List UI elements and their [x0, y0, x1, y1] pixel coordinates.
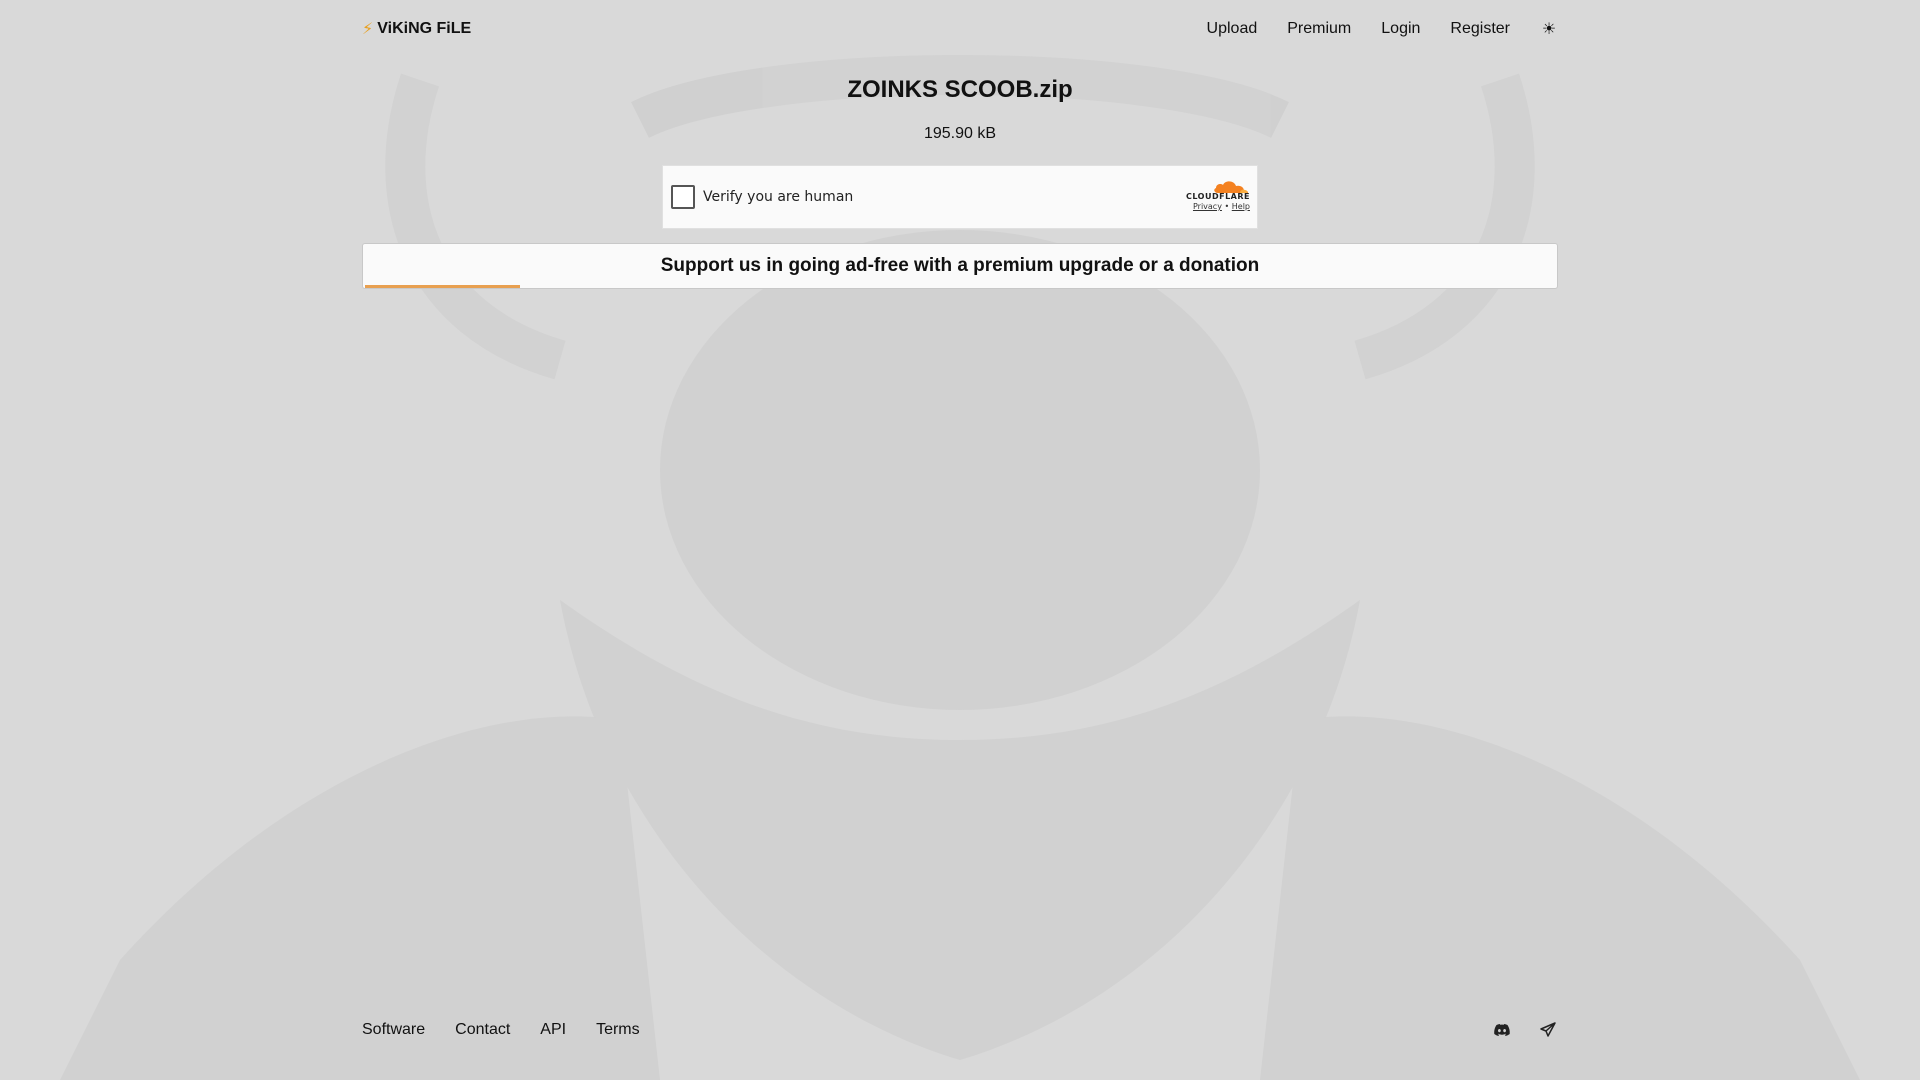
- support-banner[interactable]: Support us in going ad-free with a premi…: [362, 243, 1558, 289]
- captcha-help-link[interactable]: Help: [1232, 202, 1250, 211]
- support-text: Support us in going ad-free with a premi…: [660, 255, 1260, 276]
- brand-logo[interactable]: ⚡ ViKiNG FiLE: [362, 19, 471, 39]
- lightning-bolt-icon: ⚡: [362, 21, 374, 38]
- footer-contact-link[interactable]: Contact: [455, 1021, 510, 1039]
- footer-links: Software Contact API Terms: [362, 1021, 640, 1039]
- discord-icon[interactable]: [1492, 1020, 1512, 1040]
- nav-login-link[interactable]: Login: [1381, 20, 1420, 38]
- file-size: 195.90 kB: [923, 125, 997, 142]
- main-nav: Upload Premium Login Register ☀: [1207, 19, 1558, 39]
- captcha-label: Verify you are human: [703, 189, 854, 205]
- link-separator: •: [1224, 202, 1230, 211]
- footer-social-icons: [1492, 1020, 1558, 1040]
- captcha-privacy-link[interactable]: Privacy: [1193, 202, 1222, 211]
- sun-icon[interactable]: ☀: [1540, 19, 1558, 39]
- cloudflare-wordmark: CLOUDFLARE: [1186, 192, 1250, 201]
- nav-register-link[interactable]: Register: [1450, 20, 1510, 38]
- support-progress-bar: [365, 285, 521, 288]
- captcha-checkbox[interactable]: [671, 185, 695, 209]
- footer-api-link[interactable]: API: [540, 1021, 566, 1039]
- footer-software-link[interactable]: Software: [362, 1021, 425, 1039]
- footer-terms-link[interactable]: Terms: [596, 1021, 640, 1039]
- nav-upload-link[interactable]: Upload: [1207, 20, 1258, 38]
- footer: Software Contact API Terms: [362, 1018, 1558, 1042]
- page-container: ⚡ ViKiNG FiLE Upload Premium Login Regis…: [362, 0, 1558, 1080]
- file-name: ZOINKS SCOOB.zip: [847, 76, 1073, 103]
- captcha-widget: Verify you are human CLOUDFLARE Privacy …: [662, 165, 1258, 229]
- cloudflare-branding: CLOUDFLARE Privacy • Help: [1174, 178, 1250, 211]
- telegram-icon[interactable]: [1538, 1020, 1558, 1040]
- cloudflare-links: Privacy • Help: [1174, 202, 1250, 211]
- brand-text: ViKiNG FiLE: [377, 20, 472, 37]
- header: ⚡ ViKiNG FiLE Upload Premium Login Regis…: [362, 14, 1558, 44]
- nav-premium-link[interactable]: Premium: [1287, 20, 1351, 38]
